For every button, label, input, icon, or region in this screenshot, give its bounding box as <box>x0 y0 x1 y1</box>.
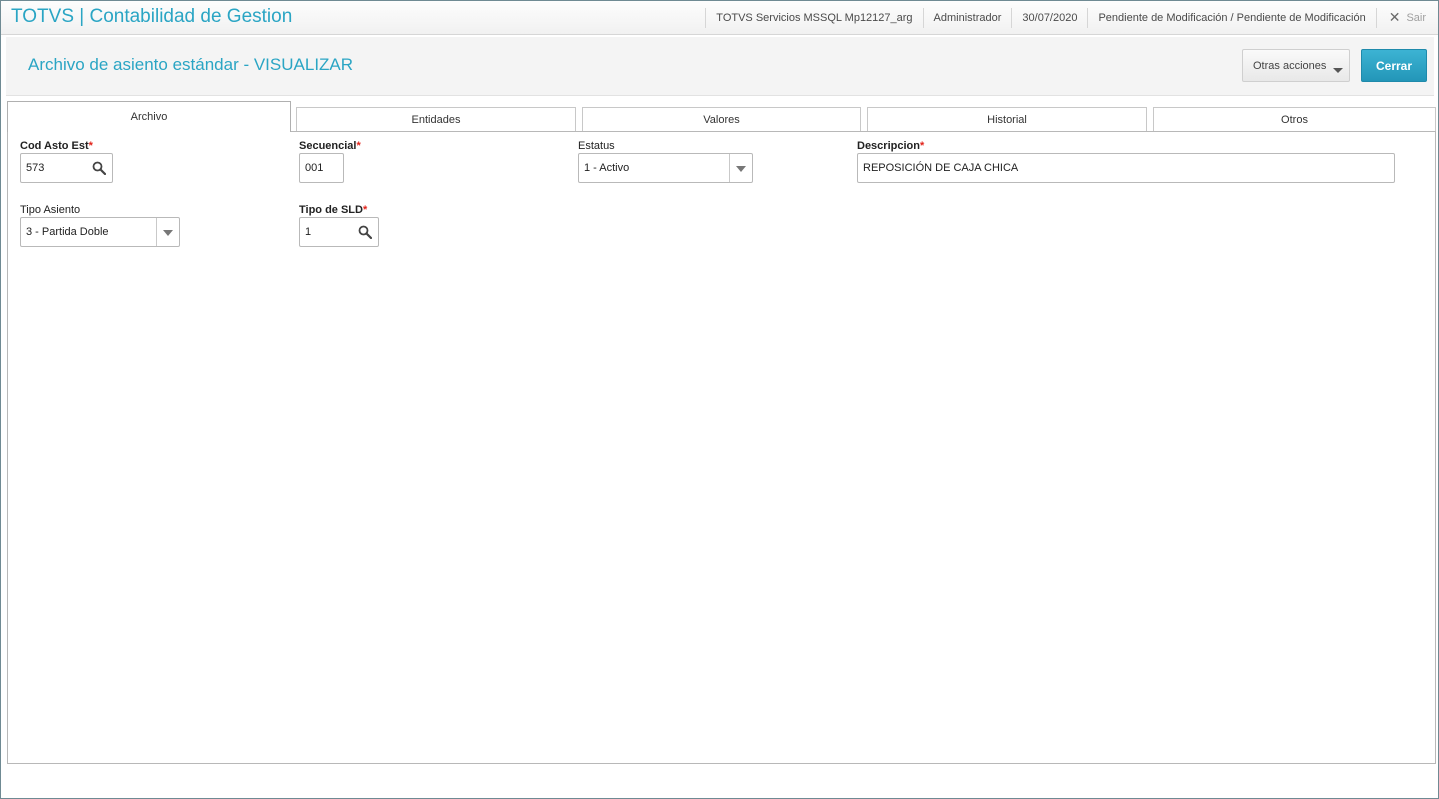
tipo-sld-input[interactable]: 1 <box>299 217 379 247</box>
close-button[interactable]: Cerrar <box>1361 49 1427 82</box>
tab-entidades[interactable]: Entidades <box>296 107 576 131</box>
user-label: Administrador <box>922 7 1012 28</box>
descripcion-label: Descripcion* <box>857 140 925 152</box>
status-label: Pendiente de Modificación / Pendiente de… <box>1087 7 1375 28</box>
caret-down-icon <box>1333 68 1343 73</box>
chevron-down-icon <box>163 230 173 236</box>
other-actions-button[interactable]: Otras acciones <box>1242 49 1350 82</box>
tipo-asiento-select[interactable]: 3 - Partida Doble <box>20 217 180 247</box>
secuencial-label: Secuencial* <box>299 140 361 152</box>
app-window: TOTVS | Contabilidad de Gestion TOTVS Se… <box>0 0 1439 799</box>
tipo-asiento-dropdown-toggle[interactable] <box>156 218 179 246</box>
secuencial-input[interactable]: 001 <box>299 153 344 183</box>
app-title: TOTVS | Contabilidad de Gestion <box>11 6 293 27</box>
estatus-label: Estatus <box>578 140 615 152</box>
cod-asto-est-input[interactable]: 573 <box>20 153 113 183</box>
date-label: 30/07/2020 <box>1011 7 1087 28</box>
top-info: TOTVS Servicios MSSQL Mp12127_arg Admini… <box>705 1 1438 34</box>
descripcion-input[interactable]: REPOSICIÓN DE CAJA CHICA <box>857 153 1395 183</box>
tab-valores[interactable]: Valores <box>582 107 861 131</box>
estatus-dropdown-toggle[interactable] <box>729 154 752 182</box>
close-icon: ✕ <box>1388 9 1401 26</box>
exit-label: Sair <box>1406 11 1426 24</box>
tab-historial[interactable]: Historial <box>867 107 1147 131</box>
top-bar: TOTVS | Contabilidad de Gestion TOTVS Se… <box>1 1 1438 35</box>
other-actions-label: Otras acciones <box>1253 59 1327 72</box>
environment-label: TOTVS Servicios MSSQL Mp12127_arg <box>705 7 922 28</box>
form-panel: Cod Asto Est* 573 Secuencial* 001 Estatu… <box>7 131 1436 764</box>
page-title: Archivo de asiento estándar - VISUALIZAR <box>28 55 354 74</box>
search-icon[interactable] <box>358 225 372 239</box>
bottom-strip <box>1 765 1438 798</box>
tipo-asiento-label: Tipo Asiento <box>20 204 81 216</box>
tipo-sld-label: Tipo de SLD* <box>299 204 368 216</box>
estatus-select[interactable]: 1 - Activo <box>578 153 753 183</box>
tab-otros[interactable]: Otros <box>1153 107 1436 131</box>
search-icon[interactable] <box>92 161 106 175</box>
chevron-down-icon <box>736 166 746 172</box>
exit-button[interactable]: ✕ Sair <box>1375 7 1438 28</box>
cod-asto-est-label: Cod Asto Est* <box>20 140 93 152</box>
page-header: Archivo de asiento estándar - VISUALIZAR… <box>6 37 1434 96</box>
tab-archivo[interactable]: Archivo <box>7 101 291 132</box>
